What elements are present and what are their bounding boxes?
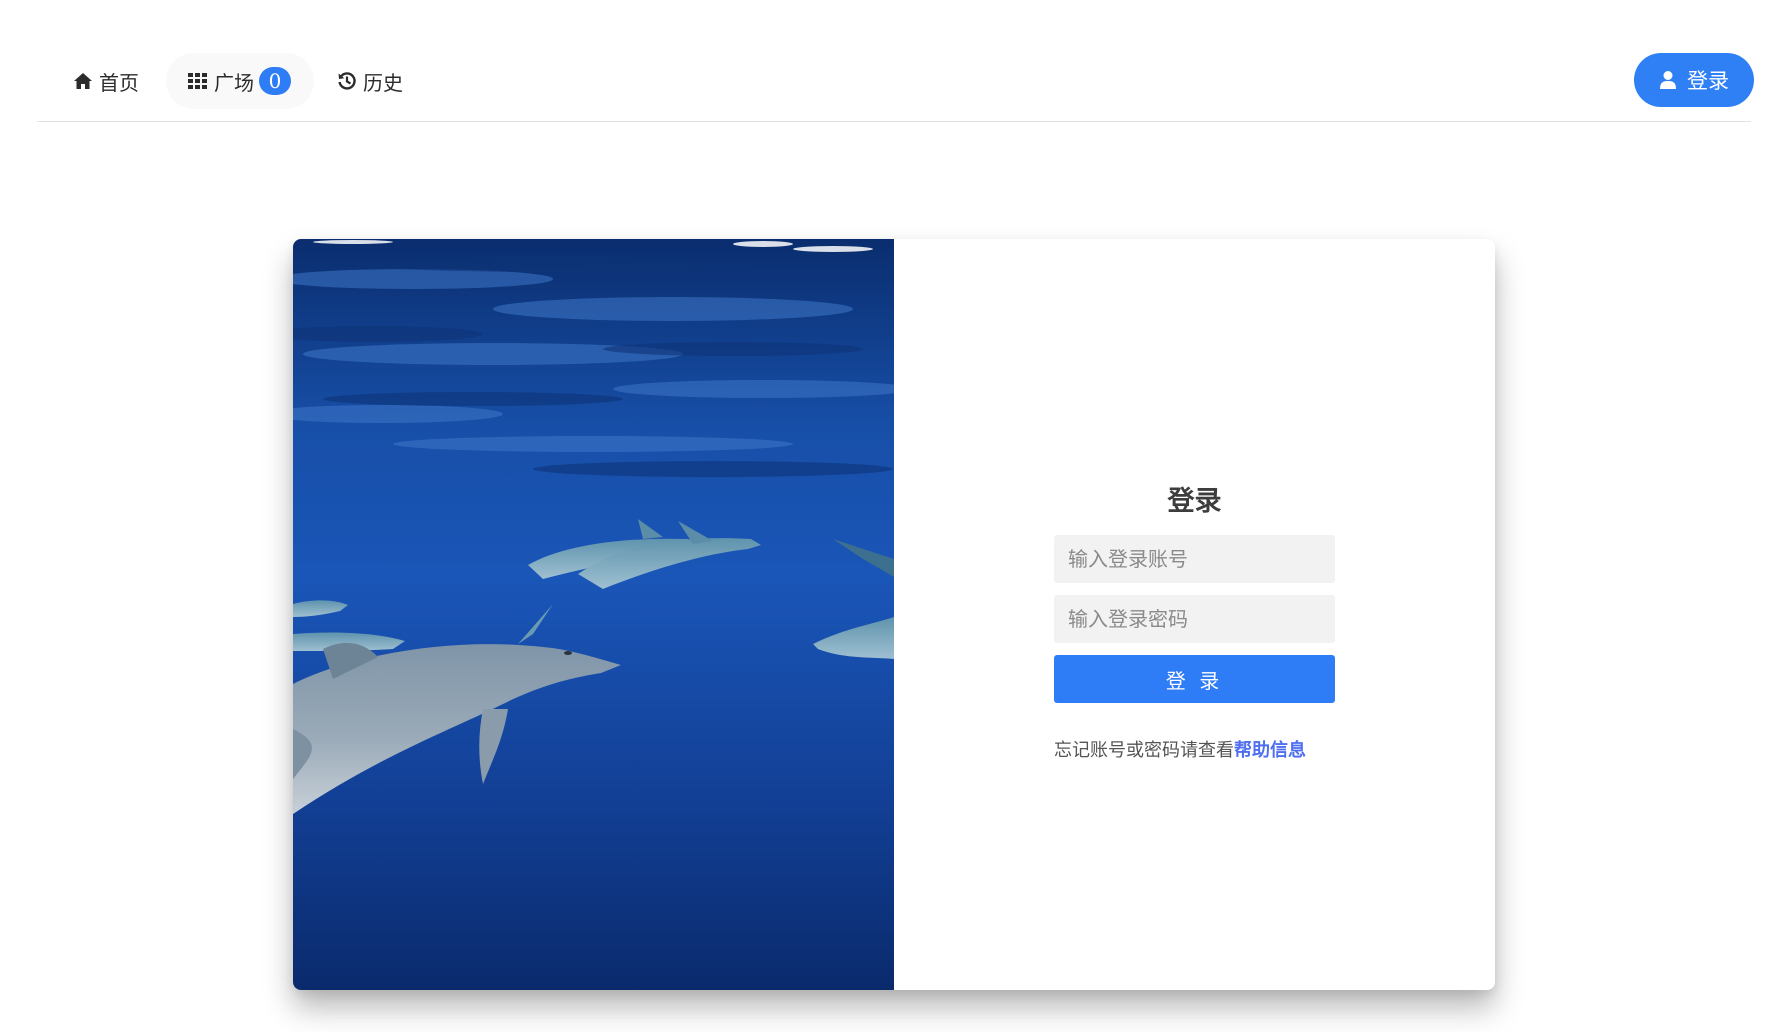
history-icon (337, 71, 357, 91)
nav-plaza-label: 广场 (214, 70, 254, 95)
help-prefix: 忘记账号或密码请查看 (1054, 740, 1234, 761)
login-form: 登录 登 录 忘记账号或密码请查看帮助信息 (894, 239, 1495, 990)
top-navigation: 首页 广场 0 历史 登录 (37, 52, 1754, 122)
login-button[interactable]: 登录 (1634, 53, 1754, 107)
help-text: 忘记账号或密码请查看帮助信息 (1054, 736, 1306, 762)
nav-home-label: 首页 (99, 70, 139, 95)
account-input[interactable] (1054, 535, 1335, 583)
login-card: 登录 登 录 忘记账号或密码请查看帮助信息 (293, 239, 1495, 990)
submit-login-button[interactable]: 登 录 (1054, 655, 1335, 703)
nav-home[interactable]: 首页 (73, 53, 139, 109)
user-icon (1659, 70, 1677, 90)
nav-plaza[interactable]: 广场 0 (166, 53, 314, 109)
nav-history-label: 历史 (363, 70, 403, 95)
login-button-label: 登录 (1687, 69, 1729, 93)
nav-history[interactable]: 历史 (337, 53, 403, 109)
grid-icon (188, 73, 208, 89)
password-input[interactable] (1054, 595, 1335, 643)
plaza-count-badge: 0 (259, 67, 291, 95)
login-form-title: 登录 (1167, 486, 1222, 517)
dolphins-photo (293, 239, 894, 990)
home-icon (73, 72, 93, 90)
help-info-link[interactable]: 帮助信息 (1234, 740, 1306, 761)
